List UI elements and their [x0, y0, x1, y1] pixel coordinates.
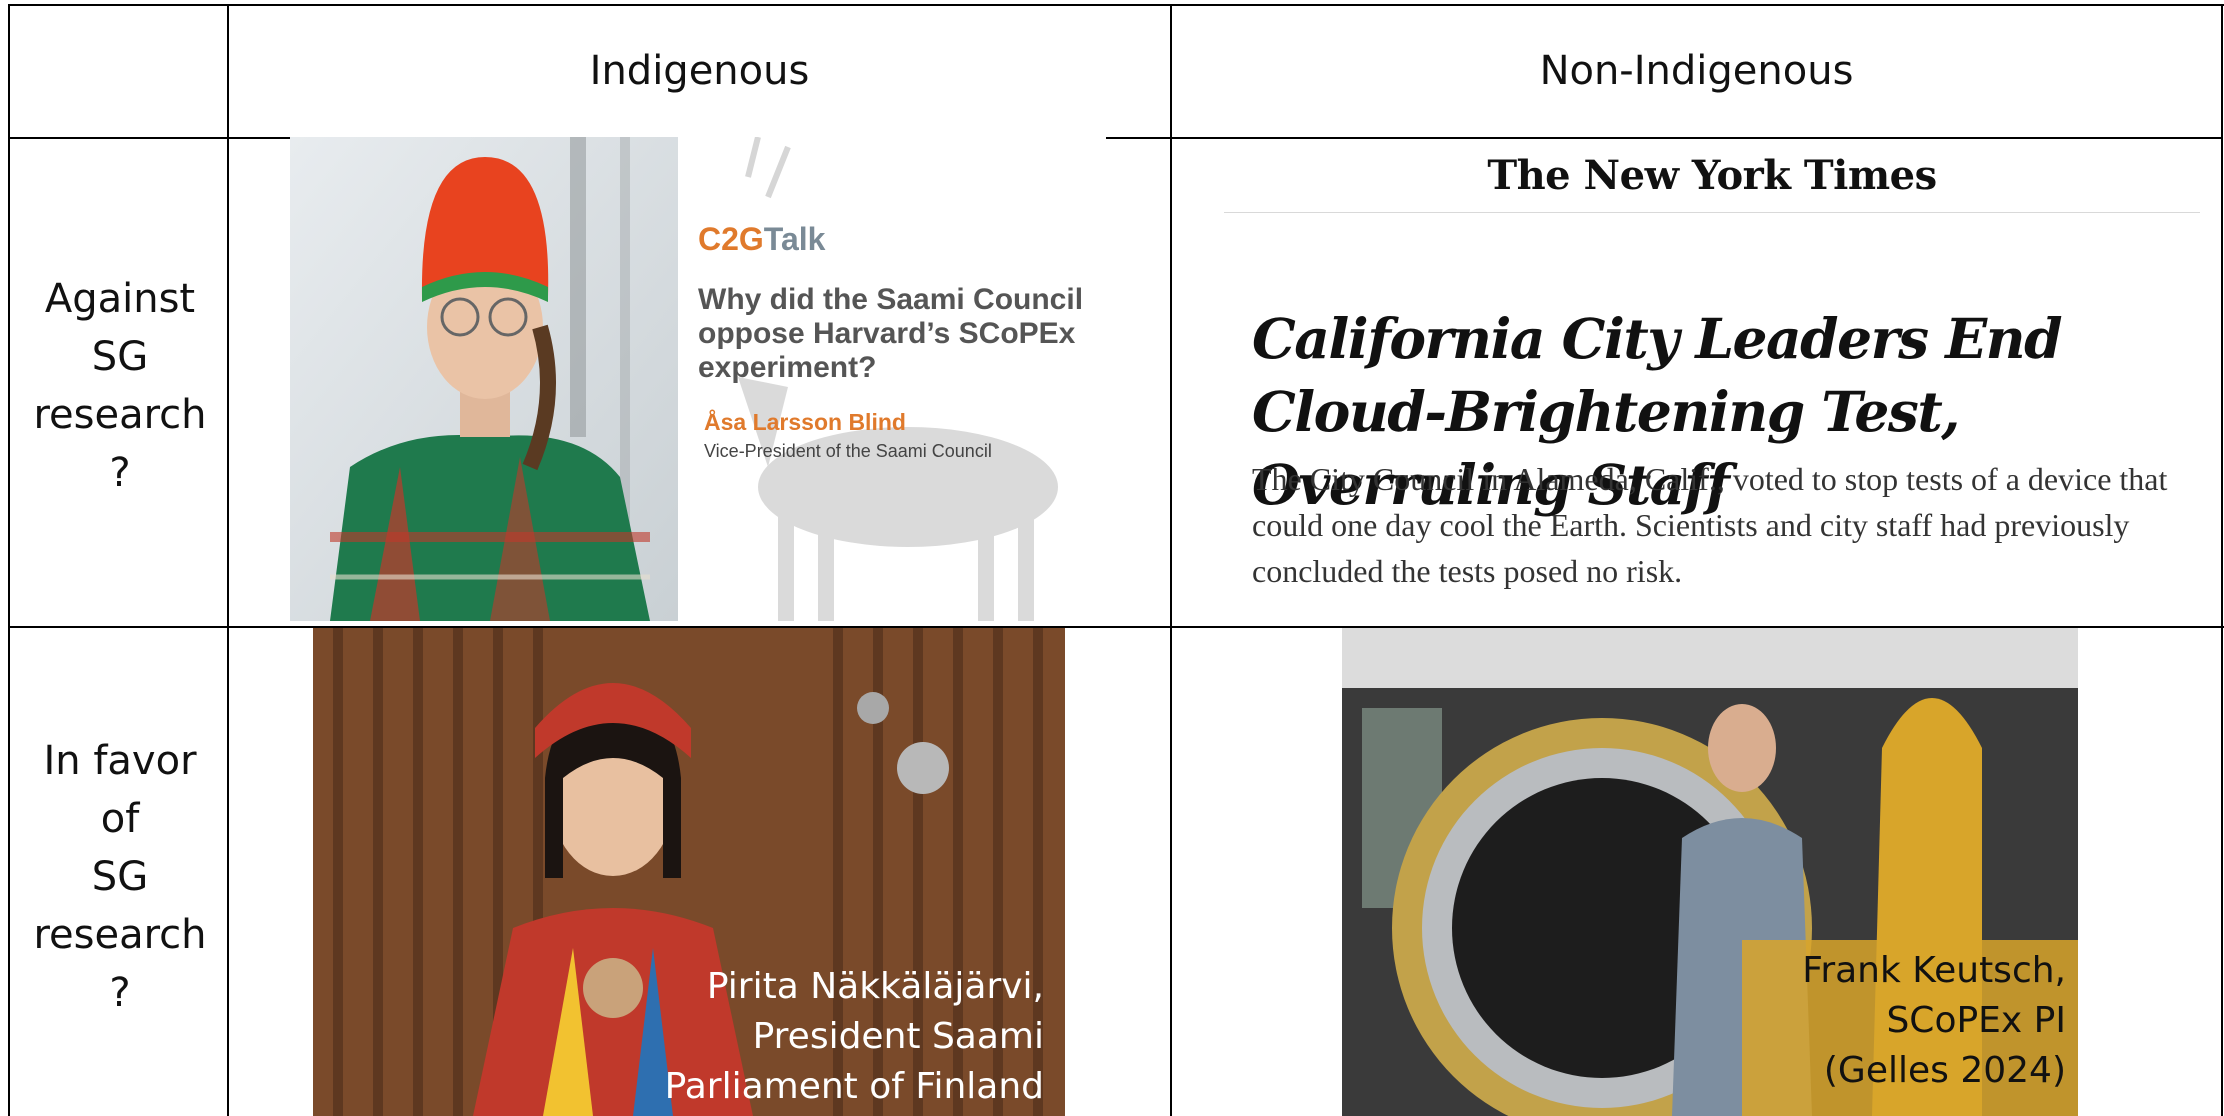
table-border-top	[8, 4, 2224, 6]
portrait-photo-asa	[290, 137, 678, 621]
nyt-masthead-rule	[1224, 212, 2200, 213]
c2g-talk-card: C2GTalk Why did the Saami Council oppose…	[678, 137, 1106, 621]
c2g-speaker-name: Åsa Larsson Blind	[704, 409, 906, 435]
c2g-brand: C2GTalk	[698, 221, 825, 258]
nyt-summary: The City Council in Alameda, Calif., vot…	[1252, 461, 2168, 589]
row-label-line: Against	[44, 276, 196, 322]
header-rule-left	[8, 137, 290, 139]
c2g-brand-c2g: C2G	[698, 221, 764, 257]
row-label-line: In favor	[43, 738, 197, 784]
caption-line: Pirita Näkkäläjärvi,	[706, 966, 1044, 1007]
c2g-question: Why did the Saami Council oppose Harvard…	[698, 283, 1084, 384]
row-label-line: ?	[109, 450, 131, 496]
caption-pirita: Pirita Näkkäläjärvi, President Saami Par…	[640, 962, 1044, 1112]
c2g-speaker-role: Vice-President of the Saami Council	[704, 441, 992, 461]
column-header-non-indigenous: Non-Indigenous	[1539, 48, 1854, 94]
column-header-indigenous: Indigenous	[589, 48, 810, 94]
row-label-line: SG	[91, 334, 149, 380]
portrait-illustration	[290, 137, 678, 621]
row-label-line: research	[33, 912, 207, 958]
row-label-line: SG	[91, 854, 149, 900]
caption-line: President Saami	[752, 1016, 1044, 1057]
c2g-brand-talk: Talk	[763, 221, 826, 257]
row-label-in-favor: In favor of SG research ?	[12, 732, 228, 1022]
row-label-line: of	[100, 796, 140, 842]
caption-frank: Frank Keutsch, SCoPEx PI (Gelles 2024)	[1742, 940, 2078, 1116]
row-label-line: research	[33, 392, 207, 438]
row-label-line: ?	[109, 970, 131, 1016]
caption-line: Frank Keutsch,	[1802, 950, 2066, 991]
table-border-right	[2221, 4, 2223, 1116]
caption-line: (Gelles 2024)	[1823, 1050, 2066, 1091]
caption-line: Parliament of Finland	[664, 1066, 1044, 1107]
caption-line: SCoPEx PI	[1886, 1000, 2066, 1041]
header-rule-right	[1106, 137, 2223, 139]
row-label-against: Against SG research ?	[12, 270, 228, 502]
table-border-left	[8, 4, 10, 1116]
table-divider-v2	[1170, 4, 1172, 1116]
nyt-masthead: The New York Times	[1487, 152, 1937, 199]
